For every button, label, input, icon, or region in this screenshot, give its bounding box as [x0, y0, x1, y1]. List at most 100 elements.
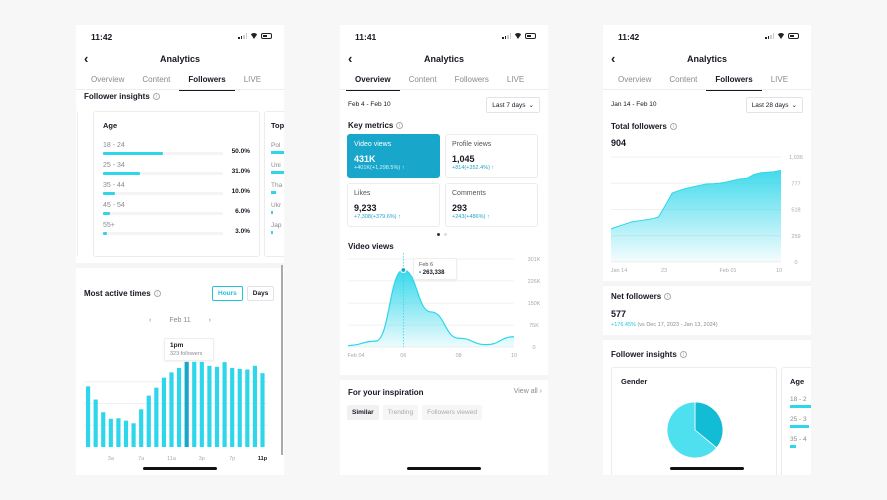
gender-pie-chart	[666, 401, 724, 459]
page-dot-active[interactable]	[437, 233, 440, 236]
country-label: Jap	[271, 222, 282, 229]
tab-overview[interactable]: Overview	[346, 72, 400, 91]
hour-bar[interactable]	[116, 418, 121, 447]
hour-bar[interactable]	[207, 365, 212, 447]
tooltip-date: Feb 6	[419, 262, 434, 268]
hour-bar[interactable]	[199, 361, 204, 447]
hour-bar[interactable]	[101, 412, 106, 447]
chip-followers-viewed[interactable]: Followers viewed	[422, 405, 482, 420]
hour-bar[interactable]	[123, 420, 129, 447]
metric-value: 431K	[354, 154, 376, 164]
hour-bar[interactable]	[146, 395, 151, 447]
total-followers-title: Total followers i	[611, 122, 677, 131]
tab-content[interactable]: Content	[133, 72, 179, 90]
age-bar-fill	[103, 232, 107, 235]
metric-value: 9,233	[354, 203, 377, 213]
page-dot[interactable]	[444, 233, 447, 236]
tab-followers[interactable]: Followers	[179, 72, 236, 91]
divider	[76, 263, 284, 268]
home-indicator	[670, 467, 744, 470]
hour-bar[interactable]	[86, 386, 91, 447]
tab-live[interactable]: LIVE	[235, 72, 270, 90]
hour-bar[interactable]	[93, 399, 98, 447]
period-dropdown[interactable]: Last 7 days ⌄	[486, 97, 540, 113]
age-percent: 6.0%	[235, 208, 250, 215]
hour-bar[interactable]	[169, 372, 174, 447]
scrollbar[interactable]	[281, 265, 283, 455]
y-tick-label: 0	[532, 345, 535, 351]
country-label: Tha	[271, 182, 283, 189]
info-icon[interactable]: i	[396, 122, 404, 129]
info-icon[interactable]: i	[664, 293, 672, 300]
chip-similar[interactable]: Similar	[347, 405, 379, 420]
hour-bar[interactable]	[192, 361, 197, 447]
status-bar: 11:42	[76, 32, 284, 44]
chevron-left-icon[interactable]: ‹	[149, 317, 151, 324]
area-fill	[348, 270, 514, 347]
age-row: 25 - 34 31.0%	[103, 162, 250, 182]
data-point[interactable]	[400, 266, 407, 274]
metric-video-views[interactable]: Video views 431K +401K(+1,298.5%) ↑	[347, 134, 440, 178]
x-tick-label: Feb 01	[719, 268, 736, 274]
age-row: 35 - 44 10.0%	[103, 182, 250, 202]
previous-card[interactable]	[76, 111, 78, 257]
metric-profile-views[interactable]: Profile views 1,045 +814(+352.4%) ↑	[445, 134, 538, 178]
tab-overview[interactable]: Overview	[82, 72, 133, 90]
x-tick-label: 7p	[229, 456, 235, 462]
phone-overview: 11:41 ‹ Analytics Overview Content Follo…	[340, 25, 548, 475]
country-bar	[271, 191, 276, 194]
hour-bar[interactable]	[260, 373, 265, 447]
info-icon[interactable]: i	[669, 123, 677, 130]
tab-followers[interactable]: Followers	[446, 72, 498, 90]
hours-button[interactable]: Hours	[212, 286, 243, 301]
country-label: Ukr	[271, 202, 282, 209]
hour-bar[interactable]	[230, 367, 235, 447]
inspiration-title: For your inspiration	[348, 388, 424, 397]
view-all-link[interactable]: View all ›	[514, 388, 542, 395]
tab-content[interactable]: Content	[660, 72, 706, 90]
info-icon[interactable]: i	[153, 290, 161, 297]
hour-bar[interactable]	[214, 366, 220, 447]
hour-bar[interactable]	[252, 365, 258, 447]
metric-likes[interactable]: Likes 9,233 +7,308(+379.6%) ↑	[347, 183, 440, 227]
hour-bar[interactable]	[245, 369, 250, 447]
age-bar-fill	[103, 212, 111, 215]
y-tick-label: 777	[791, 181, 800, 187]
tab-live[interactable]: LIVE	[762, 72, 797, 90]
signal-icon	[502, 33, 511, 39]
tab-live[interactable]: LIVE	[498, 72, 533, 90]
top-countries-card[interactable]: Top Pol Uni Tha Ukr Jap	[264, 111, 284, 257]
age-bar-fill	[103, 192, 115, 195]
hour-bar[interactable]	[184, 361, 189, 447]
total-followers-value: 904	[611, 138, 627, 148]
chevron-right-icon: ›	[539, 388, 542, 395]
tab-followers[interactable]: Followers	[706, 72, 763, 91]
chip-trending[interactable]: Trending	[382, 405, 419, 420]
hour-bar[interactable]	[154, 387, 159, 447]
info-icon[interactable]: i	[679, 351, 687, 358]
info-icon[interactable]: i	[152, 93, 160, 100]
arrow-up-icon: ↑	[486, 214, 490, 220]
net-followers-delta: +176.45%	[611, 322, 636, 328]
y-tick-label: 226K	[528, 279, 541, 285]
hour-bar[interactable]	[177, 367, 182, 447]
hour-bar[interactable]	[139, 409, 144, 447]
net-followers-comparison: +176.45% (vs Dec 17, 2023 - Jan 13, 2024…	[611, 322, 718, 328]
period-dropdown[interactable]: Last 28 days ⌄	[745, 97, 803, 113]
tab-overview[interactable]: Overview	[609, 72, 660, 90]
battery-icon	[261, 33, 272, 39]
x-tick-label: Jan 14	[611, 268, 628, 274]
hour-bar[interactable]	[237, 368, 242, 447]
tab-content[interactable]: Content	[400, 72, 446, 90]
net-followers-title: Net followers i	[611, 292, 672, 301]
age-row: 25 - 3	[790, 410, 811, 430]
age-card[interactable]: Age 18 - 2 25 - 3 35 - 4	[781, 367, 811, 475]
metric-comments[interactable]: Comments 293 +243(+486%) ↑	[445, 183, 538, 227]
period-value: Last 7 days	[492, 101, 526, 109]
hour-bar[interactable]	[131, 423, 136, 447]
hour-bar[interactable]	[161, 377, 167, 447]
hour-bar[interactable]	[108, 418, 113, 447]
chevron-right-icon[interactable]: ›	[209, 317, 211, 324]
hour-bar[interactable]	[222, 362, 227, 447]
days-button[interactable]: Days	[246, 286, 275, 301]
